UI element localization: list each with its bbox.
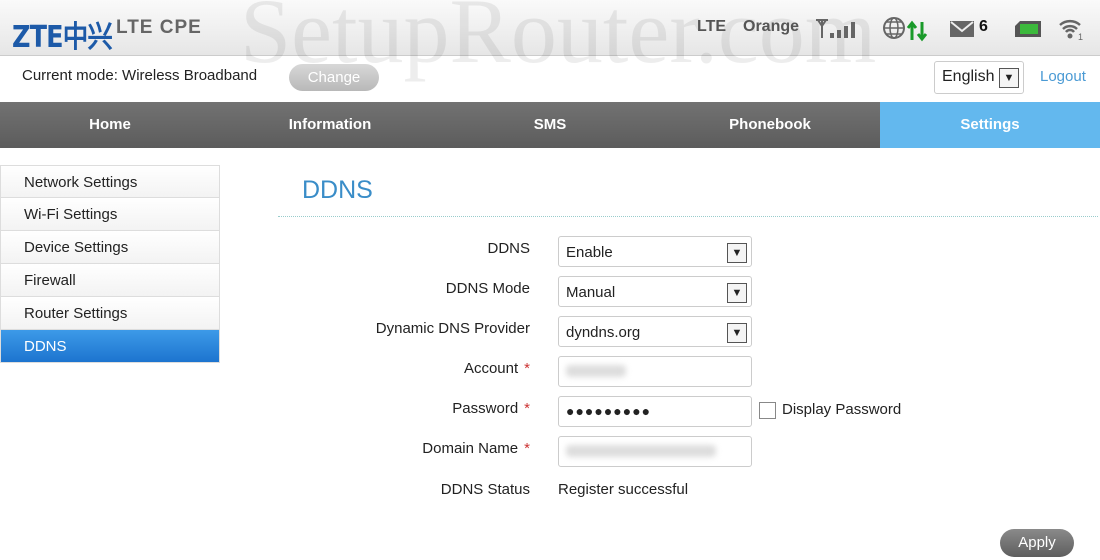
required-marker: * (524, 440, 530, 457)
change-mode-button[interactable]: Change (289, 64, 379, 91)
page-title: DDNS (302, 176, 373, 204)
wifi-client-count: 1 (1078, 32, 1083, 41)
provider-value: dyndns.org (566, 324, 641, 341)
main-nav: Home Information SMS Phonebook Settings (0, 102, 1100, 148)
mail-icon[interactable] (950, 21, 974, 37)
network-type: LTE (697, 18, 727, 35)
apply-button[interactable]: Apply (1000, 529, 1074, 557)
chevron-down-icon: ▼ (727, 283, 747, 303)
wifi-icon: 1 (1059, 20, 1083, 41)
ddns-mode-value: Manual (566, 284, 616, 301)
tab-information[interactable]: Information (220, 102, 440, 148)
password-label: Password * (280, 400, 530, 417)
ddns-mode-label: DDNS Mode (445, 280, 530, 297)
password-label-text: Password (452, 400, 519, 417)
top-bar: ZTE中兴 LTE CPE SetupRouter.com LTE Orange… (0, 0, 1100, 82)
tab-settings[interactable]: Settings (880, 102, 1100, 148)
zte-logo: ZTE中兴 (12, 20, 113, 55)
sim-icon (1015, 21, 1041, 37)
tab-sms[interactable]: SMS (440, 102, 660, 148)
sidebar: Network Settings Wi-Fi Settings Device S… (0, 165, 220, 363)
account-label-text: Account (463, 360, 519, 377)
language-select[interactable]: English ▼ (934, 61, 1024, 94)
logout-link[interactable]: Logout (1040, 68, 1086, 85)
sidebar-item-wifi-settings[interactable]: Wi-Fi Settings (0, 198, 220, 231)
signal-icon (816, 19, 855, 38)
ddns-label: DDNS (487, 240, 530, 257)
blurred-value (566, 445, 716, 457)
sidebar-item-ddns[interactable]: DDNS (0, 330, 220, 363)
account-input[interactable] (558, 356, 752, 387)
blurred-value (566, 365, 626, 377)
ddns-value: Enable (566, 244, 613, 261)
display-password-checkbox[interactable] (759, 402, 776, 419)
ddns-status-value: Register successful (558, 481, 689, 498)
ddns-status-label: DDNS Status (440, 481, 530, 498)
account-label: Account * (280, 360, 530, 377)
ddns-mode-select[interactable]: Manual ▼ (558, 276, 752, 307)
sidebar-item-network-settings[interactable]: Network Settings (0, 165, 220, 198)
tab-phonebook[interactable]: Phonebook (660, 102, 880, 148)
display-password-label: Display Password (782, 401, 902, 418)
product-name: LTE CPE (116, 17, 202, 38)
domain-label: Domain Name * (280, 440, 530, 457)
globe-connected-icon (883, 17, 928, 42)
current-mode: Current mode: Wireless Broadband (22, 67, 258, 84)
sidebar-item-firewall[interactable]: Firewall (0, 264, 220, 297)
carrier-name: Orange (743, 18, 800, 35)
required-marker: * (524, 400, 530, 417)
tab-home[interactable]: Home (0, 102, 220, 148)
domain-label-text: Domain Name (422, 440, 519, 457)
title-divider (278, 216, 1098, 217)
sidebar-item-router-settings[interactable]: Router Settings (0, 297, 220, 330)
sms-count: 6 (979, 18, 988, 35)
provider-label: Dynamic DNS Provider (375, 320, 530, 337)
chevron-down-icon: ▼ (999, 68, 1019, 88)
chevron-down-icon: ▼ (727, 243, 747, 263)
provider-select[interactable]: dyndns.org ▼ (558, 316, 752, 347)
domain-input[interactable] (558, 436, 752, 467)
required-marker: * (524, 360, 530, 377)
password-input[interactable]: ●●●●●●●●● (558, 396, 752, 427)
sidebar-item-device-settings[interactable]: Device Settings (0, 231, 220, 264)
chevron-down-icon: ▼ (727, 323, 747, 343)
ddns-select[interactable]: Enable ▼ (558, 236, 752, 267)
language-value: English (942, 68, 995, 85)
